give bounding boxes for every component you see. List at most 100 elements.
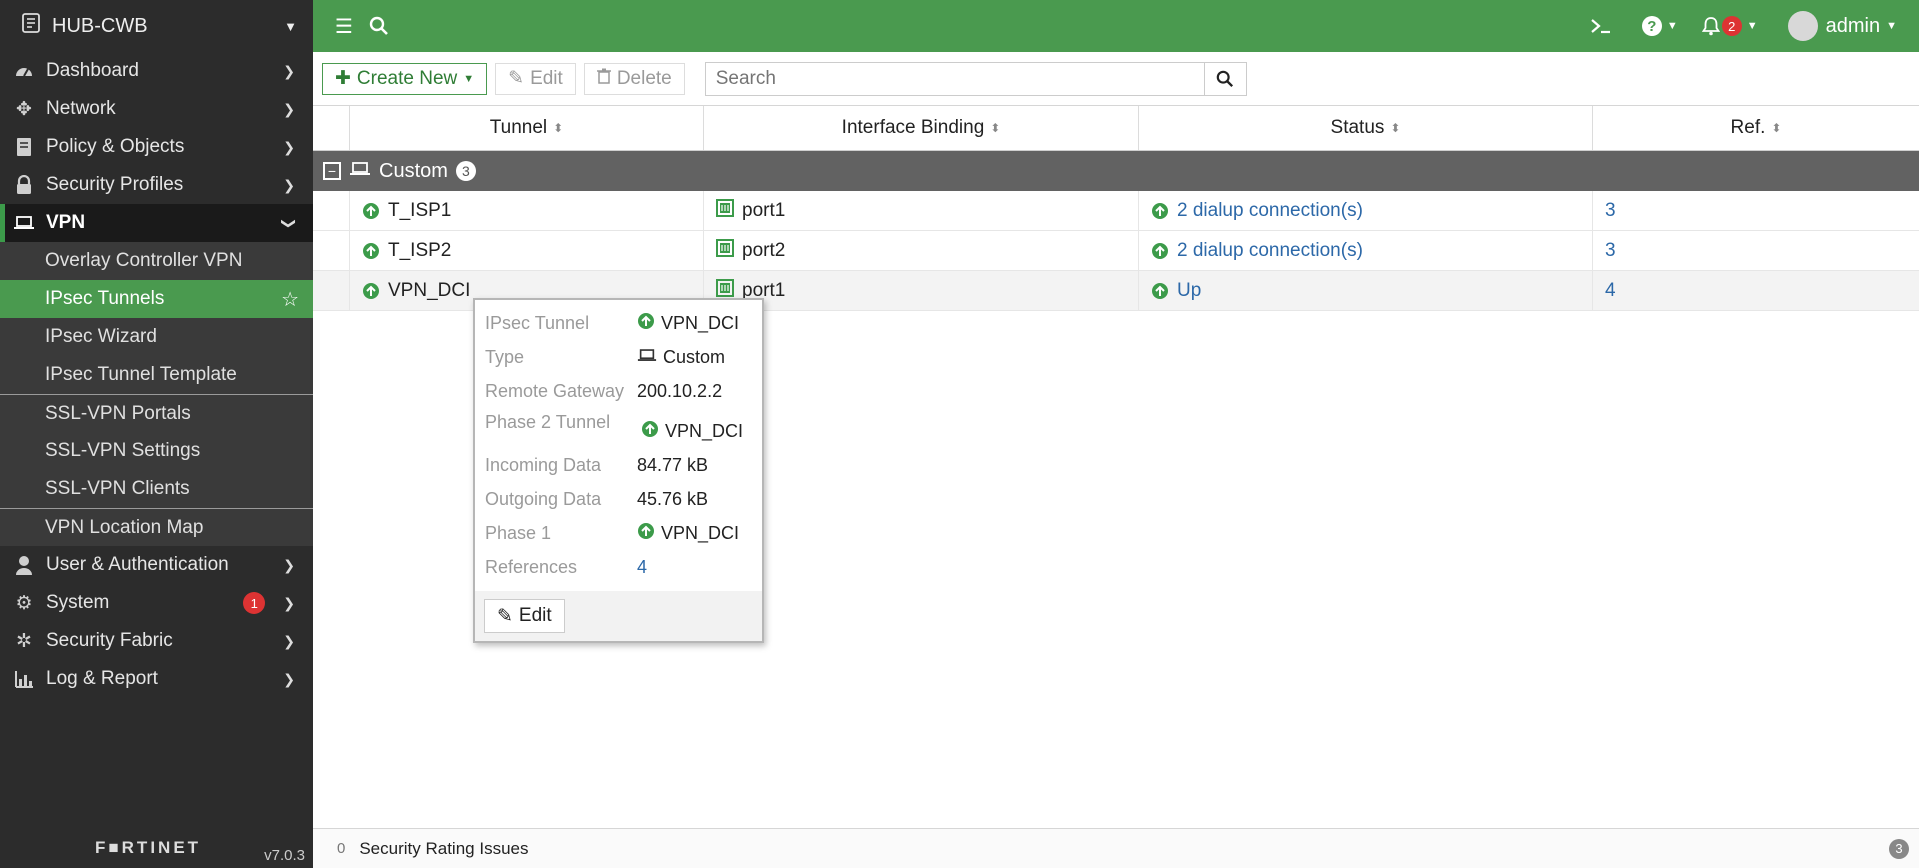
create-new-button[interactable]: ✚ Create New ▼ xyxy=(322,62,488,95)
table-row[interactable]: T_ISP1 port1 2 dialup connection(s) 3 xyxy=(313,191,1919,231)
chevron-right-icon: ❯ xyxy=(283,594,295,611)
top-bar: ☰ ? ▼ 2 ▼ admin ▼ xyxy=(313,0,1919,52)
tooltip-edit-button[interactable]: ✎ Edit xyxy=(484,599,565,633)
sidebar-subitem-ssl-vpn-portals[interactable]: SSL-VPN Portals xyxy=(0,394,313,432)
caret-down-icon: ▼ xyxy=(1746,20,1758,32)
tooltip-row-type: Type Custom xyxy=(485,346,726,368)
ref-link[interactable]: 3 xyxy=(1605,200,1616,222)
tunnel-cell: T_ISP2 xyxy=(350,231,704,270)
column-header-ref[interactable]: Ref. ⬍ xyxy=(1593,106,1919,150)
chevron-right-icon: ❯ xyxy=(283,138,295,155)
chevron-right-icon: ❯ xyxy=(283,556,295,573)
table-row[interactable]: T_ISP2 port2 2 dialup connection(s) 3 xyxy=(313,231,1919,271)
notifications-bell-icon[interactable]: 2 ▼ xyxy=(1694,6,1766,46)
search-field xyxy=(704,61,1247,96)
caret-down-icon: ▼ xyxy=(1886,20,1897,32)
chevron-right-icon: ❯ xyxy=(283,670,295,687)
group-row-custom[interactable]: − Custom 3 xyxy=(313,151,1919,191)
gear-icon: ⚙ xyxy=(15,592,33,614)
search-icon xyxy=(1216,70,1234,87)
star-icon[interactable]: ☆ xyxy=(281,287,299,312)
search-icon[interactable] xyxy=(361,6,397,46)
ipsec-tunnels-table: Tunnel ⬍ Interface Binding ⬍ Status ⬍ Ref. ⬍… xyxy=(313,106,1919,311)
status-cell: 2 dialup connection(s) xyxy=(1139,231,1593,270)
collapse-icon[interactable]: − xyxy=(323,162,341,180)
tooltip-row-remote-gateway: Remote Gateway 200.10.2.2 xyxy=(485,380,723,401)
select-column-header xyxy=(313,106,350,150)
ref-link[interactable]: 4 xyxy=(1605,280,1616,302)
system-alert-badge: 1 xyxy=(243,592,266,614)
tunnel-up-icon xyxy=(637,312,655,335)
tooltip-row-outgoing-data: Outgoing Data 45.76 kB xyxy=(485,488,709,509)
sidebar-item-security-profiles[interactable]: Security Profiles ❯ xyxy=(0,166,313,204)
ref-cell: 4 xyxy=(1593,271,1919,310)
interface-cell: port1 xyxy=(704,191,1139,230)
notifications-count-badge: 2 xyxy=(1721,16,1742,36)
references-link[interactable]: 4 xyxy=(637,557,647,578)
edit-button[interactable]: ✎ Edit xyxy=(495,62,576,95)
delete-button[interactable]: Delete xyxy=(583,62,685,95)
status-up-icon xyxy=(1151,282,1169,300)
device-selector[interactable]: HUB-CWB ▼ xyxy=(0,0,313,52)
status-link[interactable]: Up xyxy=(1177,280,1201,302)
sidebar-footer: F■RTINET v7.0.3 xyxy=(0,828,313,868)
search-input[interactable] xyxy=(705,62,1204,95)
sort-icon: ⬍ xyxy=(553,121,564,135)
sidebar-item-system[interactable]: ⚙ System 1 ❯ xyxy=(0,584,313,622)
sidebar-subitem-ipsec-tunnel-template[interactable]: IPsec Tunnel Template xyxy=(0,356,313,394)
help-icon[interactable]: ? ▼ xyxy=(1634,6,1686,46)
column-header-interface-binding[interactable]: Interface Binding ⬍ xyxy=(704,106,1139,150)
chart-icon xyxy=(12,670,36,688)
sort-icon: ⬍ xyxy=(990,121,1001,135)
column-header-tunnel[interactable]: Tunnel ⬍ xyxy=(350,106,704,150)
sidebar-subitem-ssl-vpn-clients[interactable]: SSL-VPN Clients xyxy=(0,470,313,508)
column-header-status[interactable]: Status ⬍ xyxy=(1139,106,1593,150)
caret-down-icon: ▼ xyxy=(1666,20,1678,32)
status-cell: Up xyxy=(1139,271,1593,310)
chevron-right-icon: ❯ xyxy=(283,62,295,79)
laptop-icon xyxy=(12,215,36,231)
pencil-icon: ✎ xyxy=(497,605,513,627)
sidebar-item-security-fabric[interactable]: ✲ Security Fabric ❯ xyxy=(0,622,313,660)
row-select-cell xyxy=(313,271,350,310)
group-count-badge: 3 xyxy=(455,161,476,181)
sidebar-item-user-authentication[interactable]: User & Authentication ❯ xyxy=(0,546,313,584)
sort-icon: ⬍ xyxy=(1771,121,1782,135)
sidebar-item-network[interactable]: ✥ Network ❯ xyxy=(0,90,313,128)
ref-link[interactable]: 3 xyxy=(1605,240,1616,262)
tunnel-cell: T_ISP1 xyxy=(350,191,704,230)
sidebar-subitem-ipsec-wizard[interactable]: IPsec Wizard xyxy=(0,318,313,356)
hamburger-menu-icon[interactable]: ☰ xyxy=(327,6,361,46)
status-link[interactable]: 2 dialup connection(s) xyxy=(1177,200,1363,222)
policy-icon xyxy=(12,137,36,157)
sidebar-item-policy-objects[interactable]: Policy & Objects ❯ xyxy=(0,128,313,166)
caret-down-icon: ▼ xyxy=(284,18,297,34)
dashboard-icon xyxy=(12,62,36,80)
security-rating-issues-link[interactable]: Security Rating Issues xyxy=(359,839,528,859)
laptop-icon xyxy=(637,347,657,368)
search-submit-button[interactable] xyxy=(1203,62,1246,95)
tooltip-row-phase2-tunnel: Phase 2 Tunnel VPN_DCI xyxy=(485,412,744,441)
status-link[interactable]: 2 dialup connection(s) xyxy=(1177,240,1363,262)
sidebar-subitem-vpn-location-map[interactable]: VPN Location Map xyxy=(0,508,313,546)
cli-console-icon[interactable] xyxy=(1582,6,1620,46)
sidebar-subitem-ssl-vpn-settings[interactable]: SSL-VPN Settings xyxy=(0,432,313,470)
fabric-icon: ✲ xyxy=(16,630,32,652)
statusbar-count-badge[interactable]: 3 xyxy=(1889,838,1909,859)
user-menu[interactable]: admin ▼ xyxy=(1780,6,1905,46)
toolbar: ✚ Create New ▼ ✎ Edit Delete xyxy=(313,52,1919,106)
sidebar-item-dashboard[interactable]: Dashboard ❯ xyxy=(0,52,313,90)
status-up-icon xyxy=(1151,202,1169,220)
tooltip-row-references: References 4 xyxy=(485,556,648,578)
ref-cell: 3 xyxy=(1593,231,1919,270)
sidebar-item-vpn[interactable]: VPN ❯ xyxy=(0,204,313,242)
user-name: admin xyxy=(1825,14,1881,37)
tooltip-footer: ✎ Edit xyxy=(475,591,762,641)
status-bar: 0 Security Rating Issues 3 xyxy=(313,828,1919,868)
tooltip-row-ipsec-tunnel: IPsec Tunnel VPN_DCI xyxy=(485,312,740,335)
sidebar-item-log-report[interactable]: Log & Report ❯ xyxy=(0,660,313,698)
sidebar-subitem-overlay-controller-vpn[interactable]: Overlay Controller VPN xyxy=(0,242,313,280)
sidebar-subitem-ipsec-tunnels[interactable]: IPsec Tunnels ☆ xyxy=(0,280,313,318)
tunnel-up-icon xyxy=(362,282,380,300)
tunnel-up-icon xyxy=(637,522,655,545)
